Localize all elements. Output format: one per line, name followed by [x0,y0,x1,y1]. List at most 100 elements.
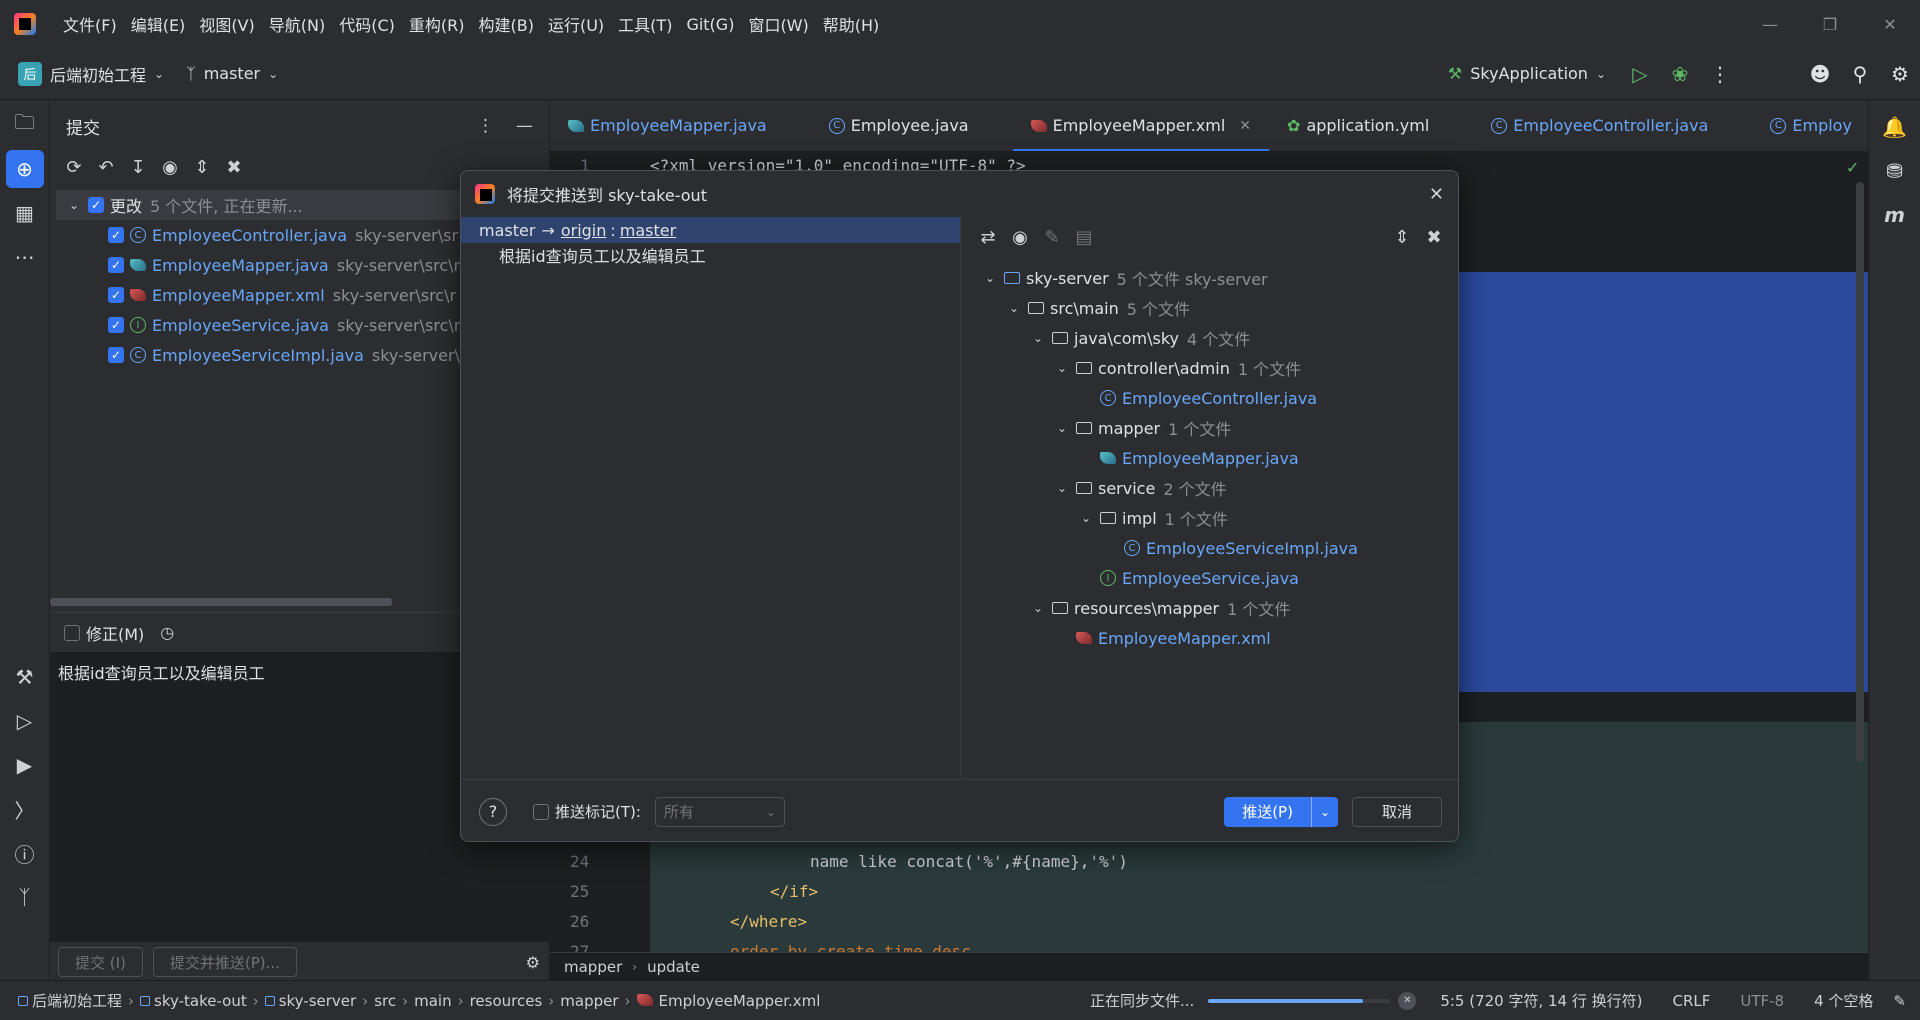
menu-file[interactable]: 文件(F) [56,12,124,36]
status-path-item[interactable]: main [408,992,457,1010]
cancel-sync-icon[interactable]: ✕ [1398,991,1417,1010]
status-path-item[interactable]: src [368,992,402,1010]
commit-button[interactable]: 提交 (I) [58,947,143,977]
tree-node-folder[interactable]: ⌄ service 2 个文件 [982,473,1458,503]
chevron-down-icon[interactable]: ⌄ [982,271,998,285]
minimize-icon[interactable]: — [1740,0,1800,48]
push-button[interactable]: 推送(P) ⌄ [1224,796,1338,827]
project-selector[interactable]: 后端初始工程 [50,62,146,86]
tab-application-yml[interactable]: ✿ application.yml [1269,100,1473,151]
chevron-down-icon[interactable]: ⌄ [1596,67,1606,81]
tree-node-folder[interactable]: ⌄ src\main 5 个文件 [982,293,1458,323]
amend-label[interactable]: 修正(M) [86,621,144,645]
menu-view[interactable]: 视图(V) [192,12,261,36]
database-icon[interactable]: ⛃ [1876,152,1914,190]
tree-node-file[interactable]: C EmployeeController.java [982,383,1458,413]
run-tool-icon[interactable]: ▷ [6,702,44,740]
more-icon[interactable]: ⋮ [1700,54,1740,94]
branch-selector[interactable]: master [204,64,260,83]
menu-help[interactable]: 帮助(H) [816,12,887,36]
tags-select[interactable]: 所有 ⌄ [654,796,785,827]
file-checkbox[interactable]: ✓ [108,317,124,333]
tree-node-folder[interactable]: ⌄ impl 1 个文件 [982,503,1458,533]
search-icon[interactable]: ⚲ [1840,54,1880,94]
hide-panel-icon[interactable]: — [516,116,533,136]
expand-all-icon[interactable]: ⇕ [186,151,218,183]
status-path-item[interactable]: mapper [554,992,624,1010]
menu-build[interactable]: 构建(B) [472,12,541,36]
git-icon[interactable]: ᛉ [6,878,44,916]
notifications-icon[interactable]: 🔔 [1876,108,1914,146]
readonly-lock-icon[interactable]: ✎ [1893,992,1906,1010]
menu-run[interactable]: 运行(U) [541,12,611,36]
indent-setting[interactable]: 4 个空格 [1808,990,1879,1011]
run-config-selector[interactable]: SkyApplication [1470,64,1588,83]
changes-checkbox[interactable]: ✓ [88,197,104,213]
push-target-row[interactable]: master → origin : master [461,217,960,243]
help-icon[interactable]: ? [479,797,507,826]
tree-node-folder[interactable]: ⌄ resources\mapper 1 个文件 [982,593,1458,623]
status-path-item[interactable]: sky-take-out [134,992,253,1010]
tree-node-folder[interactable]: ⌄ java\com\sky 4 个文件 [982,323,1458,353]
view-options-icon[interactable]: ▤ [1068,221,1100,253]
close-window-icon[interactable]: ✕ [1860,0,1920,48]
menu-navigate[interactable]: 导航(N) [262,12,332,36]
collapse-all-icon[interactable]: ✖ [218,151,250,183]
horizontal-scrollbar[interactable] [50,598,392,606]
status-path-item[interactable]: EmployeeMapper.xml [631,992,827,1010]
status-path-item[interactable]: resources [464,992,549,1010]
services-icon[interactable]: ▶ [6,746,44,784]
file-checkbox[interactable]: ✓ [108,287,124,303]
show-diff-icon[interactable]: ◉ [154,151,186,183]
commit-push-button[interactable]: 提交并推送(P)... [152,947,297,977]
chevron-down-icon[interactable]: ⌄ [1078,511,1094,525]
tab-employee-mapper-java[interactable]: EmployeeMapper.java [550,100,811,151]
chevron-down-icon[interactable]: ⌄ [66,198,82,212]
maven-icon[interactable]: m [1876,196,1914,234]
commit-icon[interactable]: ⊕ [5,150,44,188]
add-user-icon[interactable]: ☻ [1800,54,1840,94]
chevron-down-icon[interactable]: ⌄ [1054,481,1070,495]
collapse-all-icon[interactable]: ✖ [1418,221,1450,253]
refresh-icon[interactable]: ⟳ [58,151,90,183]
menu-code[interactable]: 代码(C) [332,12,402,36]
tab-employee-mapper-xml[interactable]: EmployeeMapper.xml ✕ [1012,100,1270,151]
chevron-down-icon[interactable]: ⌄ [1030,601,1046,615]
tab-employ[interactable]: C Employ [1752,100,1868,151]
breadcrumb-item[interactable]: mapper [564,958,622,976]
run-icon[interactable]: ▷ [1620,54,1660,94]
menu-refactor[interactable]: 重构(R) [402,12,472,36]
menu-window[interactable]: 窗口(W) [741,12,815,36]
menu-git[interactable]: Git(G) [679,15,741,34]
tab-employee-java[interactable]: C Employee.java [811,100,1013,151]
expand-all-icon[interactable]: ⇕ [1386,221,1418,253]
file-checkbox[interactable]: ✓ [108,347,124,363]
menu-tools[interactable]: 工具(T) [611,12,679,36]
close-tab-icon[interactable]: ✕ [1239,118,1251,134]
chevron-down-icon[interactable]: ⌄ [1006,301,1022,315]
tree-node-folder[interactable]: ⌄ mapper 1 个文件 [982,413,1458,443]
cancel-button[interactable]: 取消 [1352,796,1442,827]
more-tools-icon[interactable]: ⋯ [6,238,44,276]
project-folder-icon[interactable]: 🗀 [6,106,44,144]
structure-icon[interactable]: ▦ [6,194,44,232]
push-options-dropdown-icon[interactable]: ⌄ [1310,796,1338,827]
update-icon[interactable]: ↧ [122,151,154,183]
file-checkbox[interactable]: ✓ [108,227,124,243]
diff-arrows-icon[interactable]: ⇄ [972,221,1004,253]
restore-icon[interactable]: ❐ [1800,0,1860,48]
push-tags-checkbox[interactable] [533,803,549,820]
tree-node-file[interactable]: C EmployeeServiceImpl.java [982,533,1458,563]
debug-icon[interactable]: ❀ [1660,54,1700,94]
chevron-down-icon[interactable]: ⌄ [1054,421,1070,435]
chevron-down-icon[interactable]: ⌄ [1054,361,1070,375]
commit-item[interactable]: 根据id查询员工以及编辑员工 [461,243,960,267]
build-hammer-icon[interactable]: ⚒ [6,658,44,696]
line-ending[interactable]: CRLF [1666,992,1716,1010]
settings-icon[interactable]: ⚙ [1880,54,1920,94]
breadcrumb-item[interactable]: update [647,958,700,976]
file-encoding[interactable]: UTF-8 [1734,992,1790,1010]
edit-icon[interactable]: ✎ [1036,221,1068,253]
push-tags-label[interactable]: 推送标记(T): [555,801,641,822]
status-path-item[interactable]: 后端初始工程 [0,990,128,1011]
